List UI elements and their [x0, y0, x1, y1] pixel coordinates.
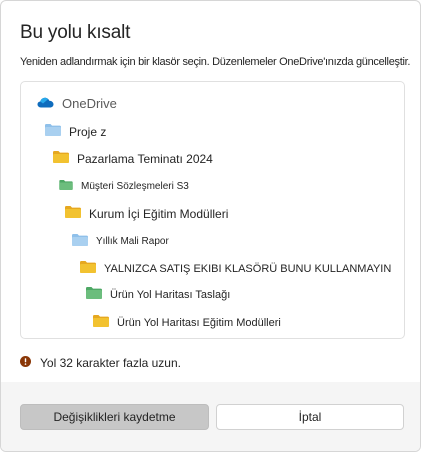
folder-yellow-icon: [53, 151, 69, 166]
shorten-path-dialog: Bu yolu kısalt Yeniden adlandırmak için …: [0, 0, 421, 452]
tree-item-kurum-ici[interactable]: Kurum İçi Eğitim Modülleri: [65, 206, 228, 221]
tree-item-label: Kurum İçi Eğitim Modülleri: [89, 206, 229, 221]
onedrive-cloud-icon: [37, 97, 54, 111]
cancel-button[interactable]: İptal: [216, 404, 404, 430]
folder-green-icon: [59, 180, 73, 193]
save-changes-button[interactable]: Değişiklikleri kaydetme: [20, 404, 209, 430]
tree-item-label: Müşteri Sözleşmeleri S3: [81, 181, 189, 192]
tree-root-onedrive[interactable]: OneDrive: [37, 96, 117, 111]
tree-item-label: Pazarlama Teminatı 2024: [77, 151, 213, 166]
tree-root-label: OneDrive: [62, 96, 117, 111]
tree-item-label: Yıllık Mali Rapor: [96, 236, 169, 247]
folder-blue-icon: [72, 234, 88, 249]
path-length-warning: Yol 32 karakter fazla uzun.: [20, 356, 181, 370]
tree-item-label: YALNIZCA SATIŞ EKIBI KLASÖRÜ BUNU KULLAN…: [104, 262, 392, 275]
tree-item-label: Ürün Yol Haritası Taslağı: [110, 288, 231, 301]
folder-blue-icon: [45, 124, 61, 139]
warning-icon: [20, 356, 31, 370]
warning-text: Yol 32 karakter fazla uzun.: [40, 356, 181, 370]
folder-green-icon: [86, 287, 102, 302]
folder-yellow-icon: [93, 315, 109, 330]
tree-item-yillik[interactable]: Yıllık Mali Rapor: [72, 234, 169, 249]
tree-item-proje-z[interactable]: Proje z: [45, 124, 106, 139]
tree-item-pazarlama[interactable]: Pazarlama Teminatı 2024: [53, 151, 213, 166]
dialog-title: Bu yolu kısalt: [20, 22, 131, 43]
tree-item-label: Proje z: [69, 124, 107, 139]
dialog-footer: Değişiklikleri kaydetme İptal: [1, 382, 420, 451]
folder-yellow-icon: [80, 261, 96, 276]
tree-item-yalnizca[interactable]: YALNIZCA SATIŞ EKIBI KLASÖRÜ BUNU KULLAN…: [80, 261, 391, 276]
tree-item-urun-egitim[interactable]: Ürün Yol Haritası Eğitim Modülleri: [93, 315, 281, 330]
tree-item-label: Ürün Yol Haritası Eğitim Modülleri: [117, 316, 281, 329]
folder-yellow-icon: [65, 206, 81, 221]
dialog-subtitle: Yeniden adlandırmak için bir klasör seçi…: [20, 56, 410, 68]
tree-item-musteri[interactable]: Müşteri Sözleşmeleri S3: [59, 180, 189, 193]
tree-item-urun-taslak[interactable]: Ürün Yol Haritası Taslağı: [86, 287, 230, 302]
folder-tree: OneDrive Proje z Pazarlama Teminatı 2024…: [20, 81, 405, 339]
